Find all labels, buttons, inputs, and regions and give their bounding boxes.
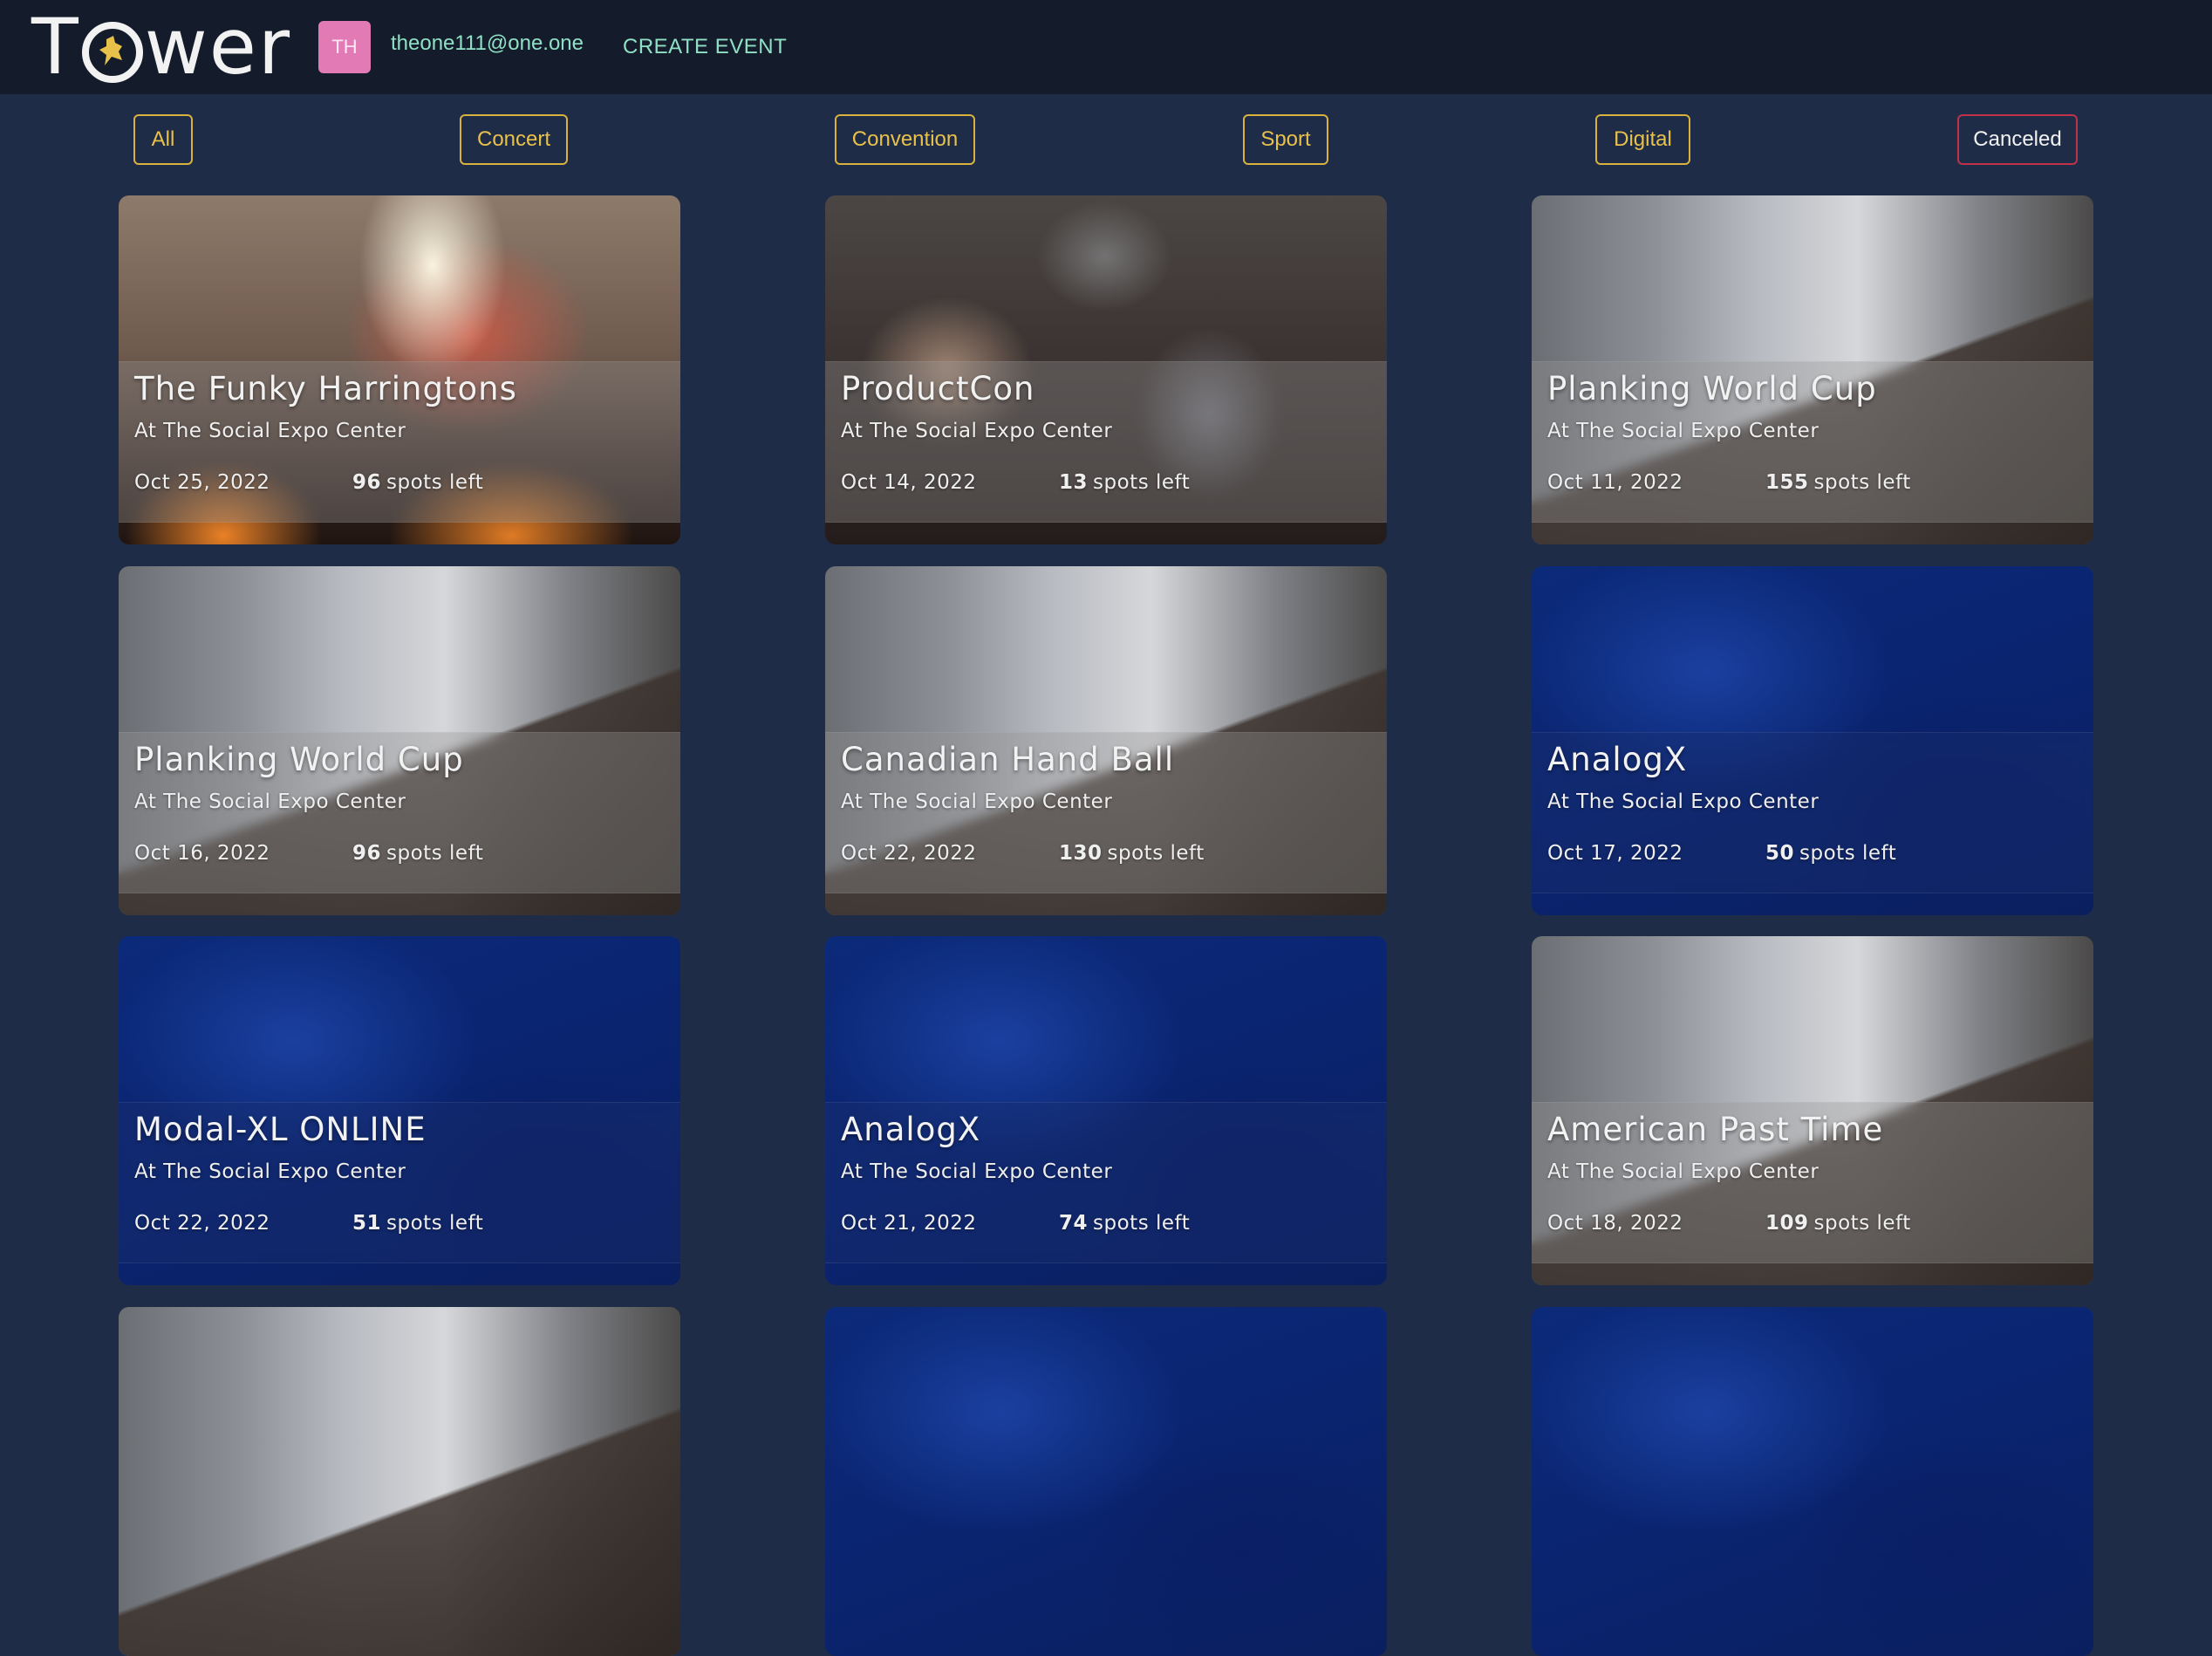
- event-spots: 155 spots left: [1765, 471, 1911, 494]
- spots-suffix: spots left: [386, 471, 484, 494]
- create-event-link[interactable]: CREATE EVENT: [623, 35, 787, 59]
- event-location: At The Social Expo Center: [134, 1160, 406, 1183]
- event-card[interactable]: [825, 1307, 1387, 1656]
- event-card[interactable]: ProductCon At The Social Expo Center Oct…: [825, 195, 1387, 544]
- event-card[interactable]: [119, 1307, 680, 1656]
- event-card[interactable]: Canadian Hand Ball At The Social Expo Ce…: [825, 566, 1387, 915]
- spots-suffix: spots left: [1107, 842, 1205, 865]
- event-card[interactable]: Planking World Cup At The Social Expo Ce…: [1532, 195, 2093, 544]
- event-card[interactable]: [1532, 1307, 2093, 1656]
- event-location: At The Social Expo Center: [841, 790, 1113, 813]
- event-date: Oct 25, 2022: [134, 471, 270, 494]
- spots-count: 96: [352, 842, 382, 865]
- spots-suffix: spots left: [1093, 471, 1191, 494]
- event-date: Oct 18, 2022: [1547, 1212, 1683, 1235]
- filter-canceled-button[interactable]: Canceled: [1957, 114, 2078, 165]
- logo-letters-wer: wer: [144, 2, 292, 92]
- filter-concert-button[interactable]: Concert: [460, 114, 568, 165]
- filter-all-button[interactable]: All: [133, 114, 193, 165]
- event-spots: 51 spots left: [352, 1212, 483, 1235]
- event-card[interactable]: American Past Time At The Social Expo Ce…: [1532, 936, 2093, 1285]
- event-title: AnalogX: [1547, 741, 1688, 778]
- event-spots: 130 spots left: [1059, 842, 1205, 865]
- event-image: [825, 1307, 1387, 1656]
- spots-count: 51: [352, 1212, 382, 1235]
- event-title: The Funky Harringtons: [134, 370, 517, 407]
- spots-count: 155: [1765, 471, 1809, 494]
- top-navbar: T wer TH theone111@one.one CREATE EVENT: [0, 0, 2212, 94]
- event-title: Modal-XL ONLINE: [134, 1111, 427, 1148]
- event-card[interactable]: AnalogX At The Social Expo Center Oct 21…: [825, 936, 1387, 1285]
- event-location: At The Social Expo Center: [841, 1160, 1113, 1183]
- event-spots: 96 spots left: [352, 842, 483, 865]
- spots-count: 74: [1059, 1212, 1089, 1235]
- event-date: Oct 14, 2022: [841, 471, 977, 494]
- filter-digital-button[interactable]: Digital: [1595, 114, 1690, 165]
- event-date: Oct 22, 2022: [134, 1212, 270, 1235]
- logo-o-icon: [81, 22, 143, 83]
- spots-count: 130: [1059, 842, 1103, 865]
- event-spots: 96 spots left: [352, 471, 483, 494]
- event-card[interactable]: AnalogX At The Social Expo Center Oct 17…: [1532, 566, 2093, 915]
- spots-suffix: spots left: [386, 842, 484, 865]
- event-spots: 13 spots left: [1059, 471, 1190, 494]
- filter-convention-button[interactable]: Convention: [835, 114, 975, 165]
- spots-suffix: spots left: [1093, 1212, 1191, 1235]
- event-location: At The Social Expo Center: [1547, 1160, 1819, 1183]
- avatar[interactable]: TH: [318, 21, 371, 73]
- spots-count: 13: [1059, 471, 1089, 494]
- event-title: ProductCon: [841, 370, 1035, 407]
- event-location: At The Social Expo Center: [1547, 790, 1819, 813]
- event-date: Oct 11, 2022: [1547, 471, 1683, 494]
- tower-logo[interactable]: T wer: [31, 7, 291, 87]
- event-title: Canadian Hand Ball: [841, 741, 1175, 778]
- spots-suffix: spots left: [1799, 842, 1897, 865]
- event-card[interactable]: The Funky Harringtons At The Social Expo…: [119, 195, 680, 544]
- event-spots: 109 spots left: [1765, 1212, 1911, 1235]
- event-title: American Past Time: [1547, 1111, 1884, 1148]
- spots-suffix: spots left: [1813, 471, 1911, 494]
- spots-suffix: spots left: [1813, 1212, 1911, 1235]
- event-spots: 74 spots left: [1059, 1212, 1190, 1235]
- event-image: [119, 1307, 680, 1656]
- event-location: At The Social Expo Center: [841, 420, 1113, 442]
- spots-suffix: spots left: [386, 1212, 484, 1235]
- event-date: Oct 22, 2022: [841, 842, 977, 865]
- spots-count: 109: [1765, 1212, 1809, 1235]
- event-title: AnalogX: [841, 1111, 981, 1148]
- event-location: At The Social Expo Center: [134, 420, 406, 442]
- event-image: [1532, 1307, 2093, 1656]
- user-email[interactable]: theone111@one.one: [391, 31, 584, 56]
- event-date: Oct 16, 2022: [134, 842, 270, 865]
- event-card[interactable]: Modal-XL ONLINE At The Social Expo Cente…: [119, 936, 680, 1285]
- spots-count: 50: [1765, 842, 1795, 865]
- spots-count: 96: [352, 471, 382, 494]
- event-location: At The Social Expo Center: [134, 790, 406, 813]
- event-title: Planking World Cup: [134, 741, 464, 778]
- logo-letter-t: T: [31, 2, 80, 92]
- event-card[interactable]: Planking World Cup At The Social Expo Ce…: [119, 566, 680, 915]
- event-title: Planking World Cup: [1547, 370, 1877, 407]
- event-location: At The Social Expo Center: [1547, 420, 1819, 442]
- event-date: Oct 21, 2022: [841, 1212, 977, 1235]
- event-spots: 50 spots left: [1765, 842, 1896, 865]
- event-date: Oct 17, 2022: [1547, 842, 1683, 865]
- filter-sport-button[interactable]: Sport: [1243, 114, 1328, 165]
